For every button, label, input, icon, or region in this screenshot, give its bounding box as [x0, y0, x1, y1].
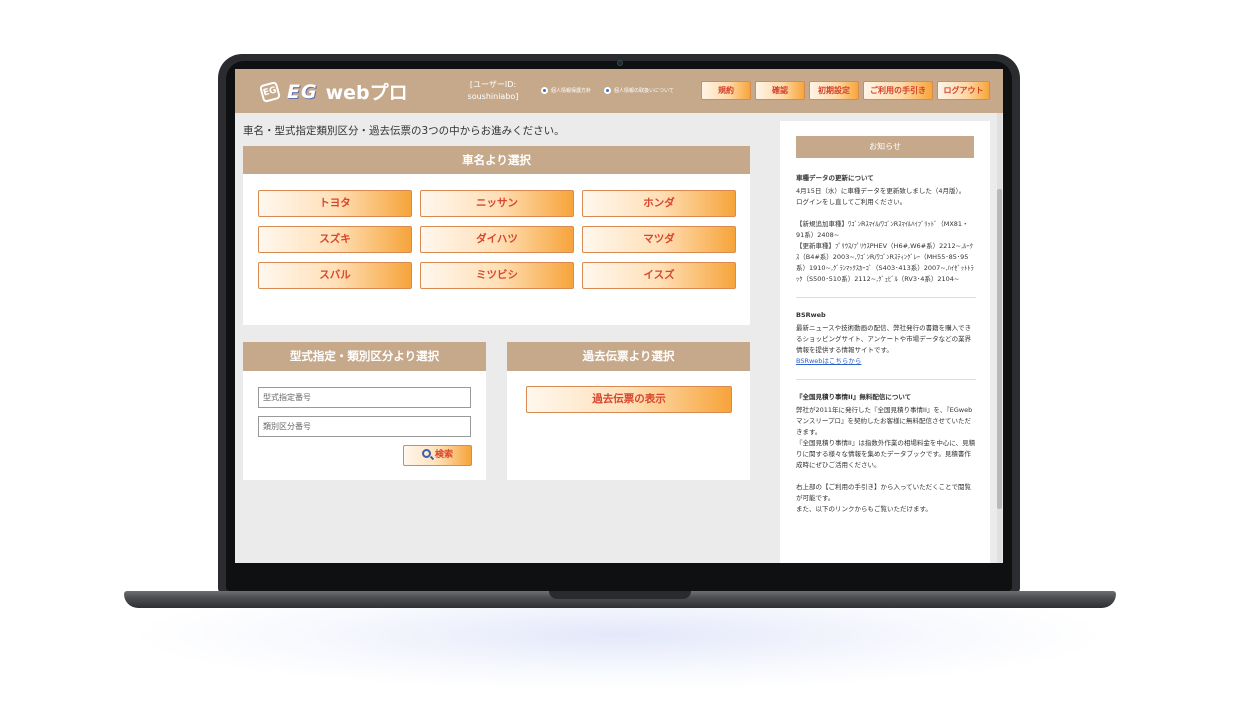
news-body: 車種データの更新について 4月15日（水）に車種データを更新致しました（4月版）…	[796, 173, 976, 515]
news-item-title: 車種データの更新について	[796, 174, 874, 182]
maker-panel-title: 車名より選択	[243, 146, 750, 174]
maker-button-mazda[interactable]: マツダ	[582, 226, 736, 253]
privacy-handling-label: 個人情報の取扱いについて	[614, 88, 674, 94]
app-logo-icon: EG	[258, 80, 282, 103]
maker-button-isuzu[interactable]: イスズ	[582, 262, 736, 289]
confirm-button[interactable]: 確認	[755, 81, 805, 100]
class-number-input[interactable]: 類別区分番号	[258, 416, 471, 437]
news-text: 弊社が2011年に発行した『全国見積り事情II』を、『EGwebマンスリープロ』…	[796, 406, 973, 436]
maker-button-mitsubishi[interactable]: ミツビシ	[420, 262, 574, 289]
radio-dot-icon	[604, 87, 611, 94]
logo-suffix: webプロ	[325, 82, 408, 104]
news-text: 【更新車種】ﾌﾟﾘｳｽ/ﾌﾟﾘｳｽPHEV（H6#,W6#系）2212~,ﾙｰｸ…	[796, 242, 974, 283]
news-text: 【新規追加車種】ﾜｺﾞﾝRｽﾏｲﾙ/ﾜｺﾞﾝRｽﾏｲﾙﾊｲﾌﾞﾘｯﾄﾞ（MX81…	[796, 220, 969, 239]
logout-button[interactable]: ログアウト	[937, 81, 990, 100]
maker-button-nissan[interactable]: ニッサン	[420, 190, 574, 217]
maker-button-suzuki[interactable]: スズキ	[258, 226, 412, 253]
history-panel: 過去伝票より選択 過去伝票の表示	[507, 342, 750, 480]
initial-settings-button[interactable]: 初期設定	[809, 81, 859, 100]
news-text: ログインをし直してご利用ください。	[796, 198, 907, 206]
user-id-line1: [ユーザーID:	[469, 80, 517, 89]
maker-button-subaru[interactable]: スバル	[258, 262, 412, 289]
news-divider	[796, 297, 976, 298]
user-id: [ユーザーID: soushiniabo]	[445, 79, 541, 103]
history-panel-title: 過去伝票より選択	[507, 342, 750, 371]
news-heading: お知らせ	[796, 136, 974, 158]
user-id-line2: soushiniabo]	[467, 92, 519, 101]
scrollbar-thumb[interactable]	[997, 189, 1002, 509]
intro-text: 車名・型式指定類別区分・過去伝票の3つの中からお進みください。	[243, 125, 565, 137]
news-text: また、以下のリンクからもご覧いただけます。	[796, 505, 932, 513]
privacy-policy-label: 個人情報保護方針	[551, 88, 592, 94]
news-text: 4月15日（水）に車種データを更新致しました（4月版）。	[796, 187, 966, 195]
news-item-title: 『全国見積り事情II』無料配信について	[796, 393, 912, 401]
type-number-input[interactable]: 型式指定番号	[258, 387, 471, 408]
search-button[interactable]: 検索	[403, 445, 472, 466]
maker-button-toyota[interactable]: トヨタ	[258, 190, 412, 217]
news-item-title: BSRweb	[796, 311, 826, 319]
radio-dot-icon	[541, 87, 548, 94]
view-history-button[interactable]: 過去伝票の表示	[526, 386, 732, 413]
news-text: 『全国見積り事情II』は指数外作業の相場料金を中心に、見積りに関する様々な情報を…	[796, 439, 976, 469]
terms-button[interactable]: 規約	[701, 81, 751, 100]
news-sidebar: お知らせ 車種データの更新について 4月15日（水）に車種データを更新致しました…	[780, 121, 990, 563]
search-icon	[421, 449, 431, 458]
top-header: EG EG webプロ [ユーザーID: soushiniabo] 個人情報保護…	[235, 69, 1003, 113]
type-panel: 型式指定・類別区分より選択 型式指定番号 類別区分番号 検索	[243, 342, 486, 480]
news-divider	[796, 379, 976, 380]
maker-button-honda[interactable]: ホンダ	[582, 190, 736, 217]
browser-screen: EG EG webプロ [ユーザーID: soushiniabo] 個人情報保護…	[235, 69, 1003, 563]
logo-brand: EG	[287, 80, 318, 103]
maker-panel: 車名より選択 トヨタ ニッサン ホンダ スズキ ダイハツ マツダ スバル ミツビ…	[243, 146, 750, 325]
user-guide-button[interactable]: ご利用の手引き	[863, 81, 933, 100]
maker-button-daihatsu[interactable]: ダイハツ	[420, 226, 574, 253]
search-label: 検索	[434, 450, 453, 460]
type-panel-title: 型式指定・類別区分より選択	[243, 342, 486, 371]
webcam-icon	[617, 60, 623, 66]
news-text: 右上部の【ご利用の手引き】から入っていただくことで閲覧が可能です。	[796, 483, 971, 502]
privacy-policy-link[interactable]: 個人情報保護方針	[541, 87, 591, 94]
logo[interactable]: EG EG webプロ	[258, 78, 408, 105]
bsrweb-link[interactable]: BSRwebはこちらから	[796, 356, 976, 367]
privacy-handling-link[interactable]: 個人情報の取扱いについて	[604, 87, 674, 94]
news-text: 最新ニュースや技術動画の配信、弊社発行の書籍を購入できるショッピングサイト、アン…	[796, 324, 972, 354]
laptop-notch	[549, 591, 691, 599]
